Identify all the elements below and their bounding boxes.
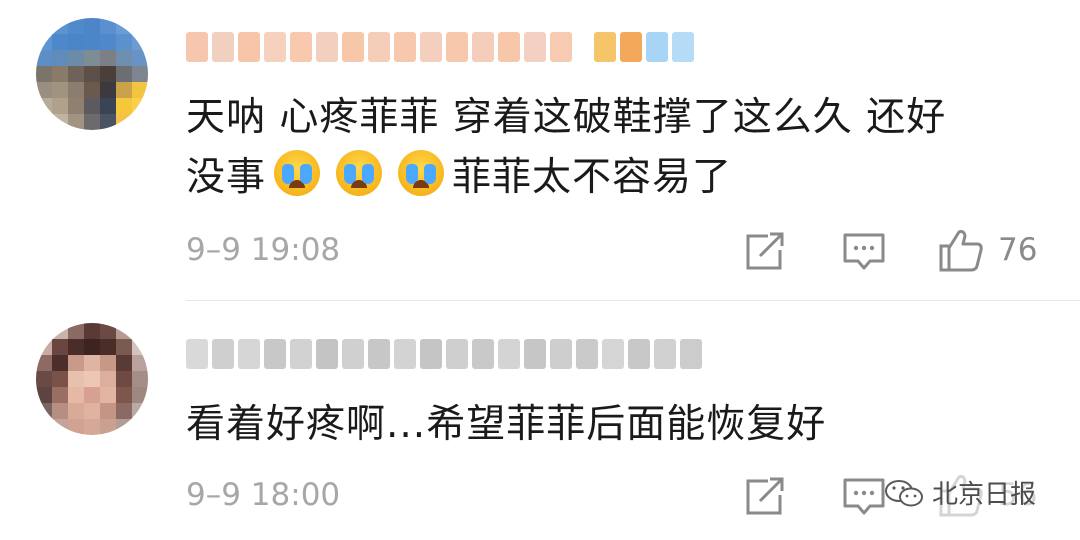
watermark-text: 北京日报 — [932, 480, 1037, 510]
like-count: 76 — [998, 232, 1038, 268]
comment-text-line: 没事 菲菲太不容易了 — [186, 148, 946, 208]
share-button[interactable] — [744, 475, 786, 519]
comment-text: 天呐 心疼菲菲 穿着这破鞋撑了这么久 还好 没事 菲菲太不容易了 — [186, 88, 946, 208]
comment-icon — [843, 233, 885, 270]
share-button[interactable] — [744, 230, 786, 274]
avatar[interactable] — [36, 323, 148, 435]
crying-face-emoji-icon — [274, 150, 321, 196]
avatar[interactable] — [36, 18, 148, 130]
comment-text-fragment: 没事 — [186, 155, 267, 200]
thumbs-up-icon — [939, 230, 983, 272]
username-blurred[interactable] — [186, 335, 702, 373]
comment-item: 天呐 心疼菲菲 穿着这破鞋撑了这么久 还好 没事 菲菲太不容易了 9–9 19:0… — [0, 0, 1080, 300]
share-icon — [746, 477, 784, 515]
comment-text: 看着好疼啊...希望菲菲后面能恢复好 — [186, 402, 827, 447]
reply-button[interactable] — [842, 230, 886, 274]
comment-timestamp: 9–9 18:00 — [186, 477, 341, 513]
comment-icon — [843, 478, 885, 515]
share-icon — [746, 232, 784, 270]
like-button[interactable]: 76 — [938, 228, 1037, 272]
comment-timestamp: 9–9 19:08 — [186, 232, 341, 268]
wechat-icon — [885, 479, 923, 506]
crying-face-emoji-icon — [336, 150, 383, 196]
comment-text-fragment: 菲菲太不容易了 — [452, 155, 733, 200]
username-blurred[interactable] — [186, 28, 694, 66]
crying-face-emoji-icon — [398, 150, 445, 196]
reply-button[interactable] — [842, 475, 886, 519]
watermark: 北京日报 — [884, 474, 1036, 511]
comment-text-line: 天呐 心疼菲菲 穿着这破鞋撑了这么久 还好 — [186, 95, 947, 140]
